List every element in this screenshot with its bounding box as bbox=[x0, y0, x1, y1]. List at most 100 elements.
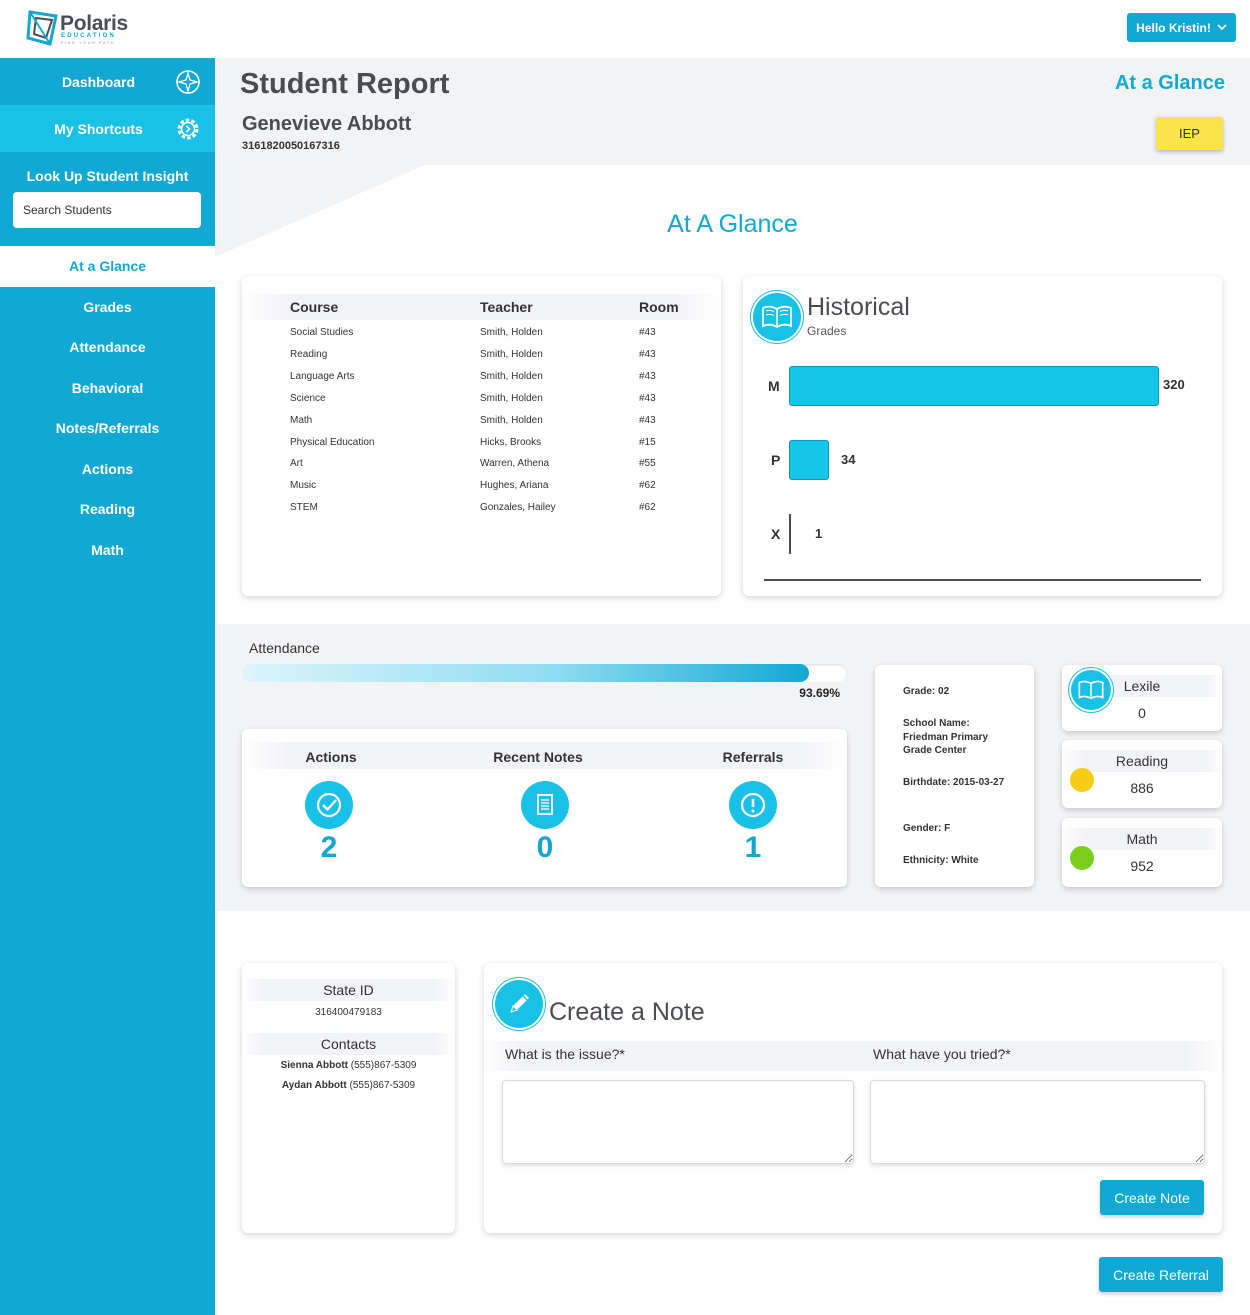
bar-value-label: 320 bbox=[1163, 377, 1185, 392]
check-circle-icon[interactable] bbox=[305, 781, 353, 829]
student-info-card: Grade: 02 School Name: Friedman Primary … bbox=[875, 665, 1034, 887]
tried-question-label: What have you tried?* bbox=[873, 1046, 1011, 1062]
section-title: At A Glance bbox=[667, 210, 798, 238]
sidebar-nav: At a Glance Grades Attendance Behavioral Not… bbox=[0, 246, 215, 570]
summary-label-referrals: Referrals bbox=[722, 749, 784, 765]
courses-card: Course Teacher Room Social Studies Smith,… bbox=[242, 276, 721, 596]
alert-icon[interactable] bbox=[729, 781, 777, 829]
bar-p bbox=[789, 440, 829, 480]
student-id: 3161820050167316 bbox=[242, 140, 340, 152]
historical-title: Historical bbox=[807, 293, 910, 321]
room-cell: #43 bbox=[639, 414, 656, 426]
column-header-teacher: Teacher bbox=[480, 299, 533, 315]
student-name: Genevieve Abbott bbox=[242, 113, 412, 135]
room-cell: #62 bbox=[639, 480, 656, 492]
create-note-button[interactable]: Create Note bbox=[1100, 1180, 1204, 1215]
iep-badge-button[interactable]: IEP bbox=[1156, 117, 1223, 150]
compass-icon bbox=[176, 70, 200, 94]
teacher-cell: Smith, Holden bbox=[480, 370, 543, 382]
bar-value-label: 34 bbox=[841, 452, 856, 467]
state-id-title: State ID bbox=[323, 982, 374, 998]
bar-category-label: P bbox=[771, 452, 781, 468]
issue-textarea[interactable] bbox=[502, 1080, 854, 1164]
chart-baseline bbox=[764, 579, 1201, 581]
room-cell: #43 bbox=[639, 348, 656, 360]
sidebar-item-attendance[interactable]: Attendance bbox=[0, 327, 215, 368]
column-header-room: Room bbox=[639, 299, 679, 315]
teacher-cell: Warren, Athena bbox=[480, 458, 550, 470]
attendance-percent: 93.69% bbox=[799, 686, 840, 700]
math-score-card: Math 952 bbox=[1062, 818, 1222, 887]
room-cell: #15 bbox=[639, 436, 656, 448]
student-grade: Grade: 02 bbox=[903, 686, 950, 697]
course-cell: Physical Education bbox=[290, 436, 375, 448]
historical-grades-card: Historical Grades M 320 P 34 X 1 bbox=[743, 276, 1222, 596]
room-cell: #62 bbox=[639, 502, 656, 514]
course-cell: STEM bbox=[290, 502, 318, 514]
contact-phone: (555)867-5309 bbox=[350, 1060, 417, 1071]
student-ethnicity: Ethnicity: White bbox=[903, 855, 979, 866]
sidebar-item-shortcuts[interactable]: My Shortcuts bbox=[0, 105, 215, 152]
teacher-cell: Gonzales, Hailey bbox=[480, 502, 556, 514]
teacher-cell: Smith, Holden bbox=[480, 327, 543, 338]
teacher-cell: Smith, Holden bbox=[480, 392, 543, 404]
teacher-cell: Hughes, Ariana bbox=[480, 480, 549, 492]
sidebar-item-at-a-glance[interactable]: At a Glance bbox=[0, 246, 215, 287]
section-link-at-a-glance[interactable]: At a Glance bbox=[1100, 72, 1225, 95]
header-decoration bbox=[215, 164, 427, 257]
bar-m bbox=[789, 366, 1159, 406]
sidebar-item-reading[interactable]: Reading bbox=[0, 489, 215, 530]
tried-textarea[interactable] bbox=[870, 1080, 1205, 1164]
book-icon bbox=[753, 293, 801, 341]
issue-question-label: What is the issue?* bbox=[505, 1046, 625, 1062]
course-cell: Reading bbox=[290, 348, 328, 360]
attendance-progress-fill bbox=[242, 664, 809, 682]
room-cell: #43 bbox=[639, 392, 656, 404]
polaris-logo[interactable]: Polaris EDUCATION FIND YOUR PATH bbox=[26, 10, 136, 46]
summary-label-actions: Actions bbox=[305, 749, 357, 765]
sidebar-item-math[interactable]: Math bbox=[0, 530, 215, 571]
contacts-title: Contacts bbox=[320, 1036, 377, 1052]
chevron-down-icon bbox=[1217, 24, 1227, 31]
book-icon bbox=[1071, 670, 1111, 710]
reading-label: Reading bbox=[1115, 753, 1169, 769]
student-gender: Gender: F bbox=[903, 823, 951, 834]
math-label: Math bbox=[1126, 831, 1158, 847]
contact-name: Sienna Abbott bbox=[280, 1060, 348, 1071]
user-menu-label: Hello Kristin! bbox=[1136, 20, 1211, 35]
search-students-input[interactable] bbox=[13, 192, 201, 228]
activity-summary-card: Actions Recent Notes Referrals 2 0 1 bbox=[242, 729, 847, 887]
course-cell: Social Studies bbox=[290, 327, 354, 338]
logo-mark-icon bbox=[26, 10, 58, 46]
course-cell: Language Arts bbox=[290, 370, 355, 382]
contact-entry: Sienna Abbott (555)867-5309 bbox=[242, 1060, 455, 1071]
student-birthdate: Birthdate: 2015-03-27 bbox=[903, 777, 1005, 788]
sidebar-item-grades[interactable]: Grades bbox=[0, 287, 215, 328]
math-status-dot bbox=[1070, 846, 1094, 870]
course-cell: Math bbox=[290, 414, 313, 426]
create-note-title: Create a Note bbox=[549, 998, 705, 1026]
create-referral-button[interactable]: Create Referral bbox=[1099, 1257, 1223, 1292]
lexile-card: Lexile 0 bbox=[1062, 665, 1222, 731]
lookup-title: Look Up Student Insight bbox=[26, 168, 189, 184]
sidebar-item-notes-referrals[interactable]: Notes/Referrals bbox=[0, 408, 215, 449]
reading-score-card: Reading 886 bbox=[1062, 740, 1222, 808]
summary-label-recent-notes: Recent Notes bbox=[493, 749, 583, 765]
state-id-value: 316400479183 bbox=[315, 1007, 382, 1018]
logo-tagline: FIND YOUR PATH bbox=[61, 40, 116, 45]
course-cell: Music bbox=[290, 480, 317, 492]
sidebar-item-dashboard[interactable]: Dashboard bbox=[0, 58, 215, 105]
sidebar-item-actions[interactable]: Actions bbox=[0, 449, 215, 490]
room-cell: #43 bbox=[639, 327, 656, 338]
state-id-card: State ID 316400479183 Contacts Sienna Ab… bbox=[242, 963, 455, 1233]
teacher-cell: Smith, Holden bbox=[480, 348, 543, 360]
reading-status-dot bbox=[1070, 768, 1094, 792]
historical-subtitle: Grades bbox=[807, 324, 847, 338]
room-cell: #43 bbox=[639, 370, 656, 382]
document-icon[interactable] bbox=[521, 781, 569, 829]
sidebar-item-behavioral[interactable]: Behavioral bbox=[0, 368, 215, 409]
pencil-icon bbox=[495, 980, 543, 1028]
logo-subtitle: EDUCATION bbox=[61, 33, 117, 39]
gear-icon bbox=[177, 118, 199, 140]
user-menu-button[interactable]: Hello Kristin! bbox=[1127, 13, 1236, 42]
